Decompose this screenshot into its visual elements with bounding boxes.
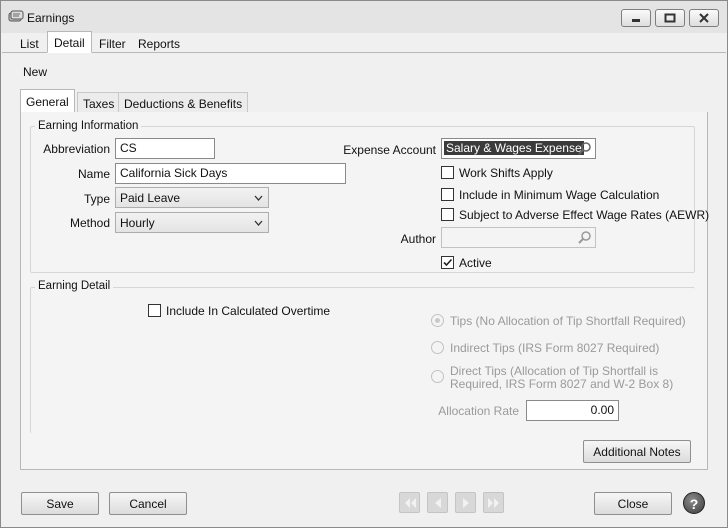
name-field[interactable]: California Sick Days: [115, 163, 346, 184]
minimize-button[interactable]: [621, 9, 651, 27]
min-wage-checkbox[interactable]: [441, 188, 454, 201]
direct-tips-label-line1: Direct Tips (Allocation of Tip Shortfall…: [450, 364, 659, 378]
abbreviation-label: Abbreviation: [43, 142, 110, 156]
type-label: Type: [83, 192, 110, 206]
overtime-checkbox[interactable]: [148, 304, 161, 317]
tab-deductions-benefits[interactable]: Deductions & Benefits: [118, 92, 249, 112]
first-record-button[interactable]: [399, 492, 420, 513]
overtime-label: Include In Calculated Overtime: [166, 304, 331, 318]
tab-detail[interactable]: Detail: [47, 31, 92, 53]
minimize-icon: [632, 19, 640, 22]
previous-record-button[interactable]: [427, 492, 448, 513]
previous-record-icon: [435, 498, 441, 508]
earning-detail-label: Earning Detail: [35, 280, 114, 292]
save-button[interactable]: Save: [21, 492, 99, 515]
window-title: Earnings: [27, 11, 75, 25]
new-button[interactable]: New: [23, 65, 47, 79]
checkmark-icon: [443, 258, 453, 267]
tab-filter[interactable]: Filter: [92, 33, 133, 53]
name-label: Name: [77, 167, 110, 181]
magnifier-icon[interactable]: [578, 231, 592, 244]
author-label: Author: [400, 232, 436, 246]
tab-reports[interactable]: Reports: [131, 33, 187, 53]
tab-taxes[interactable]: Taxes: [77, 92, 121, 112]
active-label: Active: [459, 256, 492, 270]
maximize-icon: [664, 13, 676, 23]
expense-account-value: Salary & Wages Expense: [444, 141, 584, 155]
close-icon: [699, 13, 709, 23]
method-label: Method: [69, 216, 110, 230]
first-record-icon: [405, 498, 416, 508]
aewr-label: Subject to Adverse Effect Wage Rates (AE…: [459, 208, 710, 222]
additional-notes-button[interactable]: Additional Notes: [583, 440, 691, 463]
abbreviation-field[interactable]: CS: [115, 138, 215, 159]
author-field[interactable]: [441, 227, 596, 248]
chevron-down-icon: [254, 220, 263, 226]
maximize-button[interactable]: [655, 9, 685, 27]
indirect-tips-radio[interactable]: [431, 341, 444, 354]
tab-list[interactable]: List: [13, 33, 46, 53]
active-checkbox[interactable]: [441, 256, 454, 269]
min-wage-label: Include in Minimum Wage Calculation: [459, 188, 660, 202]
expense-account-label: Expense Account: [343, 143, 436, 157]
direct-tips-radio[interactable]: [431, 370, 444, 383]
type-select[interactable]: Paid Leave: [115, 187, 269, 208]
cancel-button[interactable]: Cancel: [109, 492, 187, 515]
work-shifts-checkbox[interactable]: [441, 166, 454, 179]
chevron-down-icon: [254, 195, 263, 201]
direct-tips-label-line2: Required, IRS Form 8027 and W-2 Box 8): [450, 377, 674, 391]
next-record-button[interactable]: [455, 492, 476, 513]
general-panel: Earning Information Abbreviation CS Name…: [20, 112, 710, 470]
close-window-button[interactable]: [689, 9, 719, 27]
allocation-rate-label: Allocation Rate: [438, 404, 519, 418]
tips-label: Tips (No Allocation of Tip Shortfall Req…: [450, 314, 686, 328]
earning-information-label: Earning Information: [35, 120, 142, 132]
allocation-rate-field[interactable]: 0.00: [526, 400, 619, 421]
radio-selected-dot: [435, 318, 440, 323]
work-shifts-label: Work Shifts Apply: [459, 166, 553, 180]
magnifier-icon[interactable]: [578, 142, 592, 155]
tips-radio[interactable]: [431, 314, 444, 327]
aewr-checkbox[interactable]: [441, 208, 454, 221]
next-record-icon: [463, 498, 469, 508]
earnings-window: Earnings List Detail Filter Reports New …: [0, 0, 728, 528]
last-record-icon: [488, 498, 499, 508]
close-button[interactable]: Close: [594, 492, 672, 515]
scroll-icon: [8, 10, 24, 24]
question-icon[interactable]: ?: [683, 492, 705, 514]
last-record-button[interactable]: [483, 492, 504, 513]
tab-general[interactable]: General: [20, 89, 75, 113]
indirect-tips-label: Indirect Tips (IRS Form 8027 Required): [450, 341, 660, 355]
method-select[interactable]: Hourly: [115, 212, 269, 233]
expense-account-field[interactable]: Salary & Wages Expense: [441, 138, 596, 159]
method-select-value: Hourly: [120, 216, 155, 230]
type-select-value: Paid Leave: [120, 191, 181, 205]
title-bar: Earnings: [1, 1, 727, 33]
